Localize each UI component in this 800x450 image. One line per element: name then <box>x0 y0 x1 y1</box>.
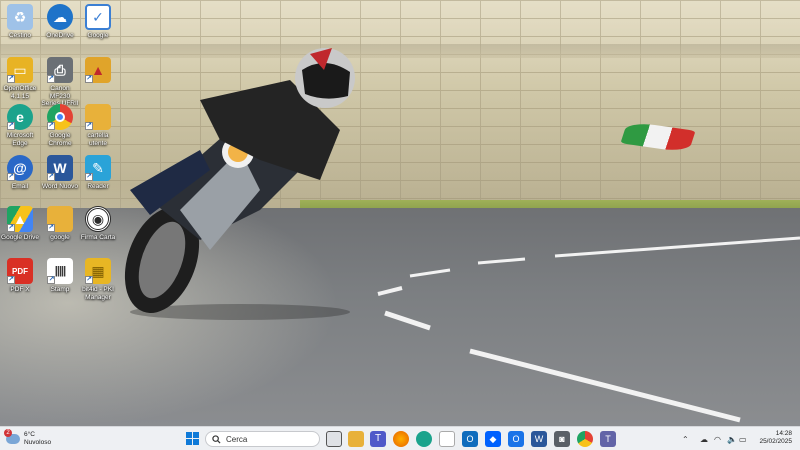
firefox-icon[interactable] <box>393 431 409 447</box>
desktop-icon-onedrive[interactable]: ☁ OneDrive <box>40 4 80 40</box>
desktop-icon-google-drive[interactable]: ▲ ↗ Google Drive <box>0 206 40 242</box>
edge-icon: e ↗ <box>7 104 33 130</box>
smartcard-icon: ▦ ↗ <box>85 258 111 284</box>
show-hidden-icons-icon[interactable]: ⌃ <box>682 427 689 450</box>
desktop-icon-label: google <box>50 234 70 241</box>
taskbar-search[interactable]: Cerca <box>205 431 320 447</box>
desktop-icon-label: Stamp <box>50 286 70 293</box>
weather-widget[interactable]: 2 6°C Nuvoloso <box>4 429 52 449</box>
taskbar: 2 6°C Nuvoloso Cerca T O ◆ O W ◙ T ⌃ ☁ ◠… <box>0 426 800 450</box>
desktop-wallpaper <box>0 0 800 426</box>
weather-description: Nuvoloso <box>24 439 52 446</box>
search-placeholder: Cerca <box>226 434 248 444</box>
desktop-icon-firma[interactable]: ◉ Firma Carta <box>78 206 118 242</box>
desktop-icon-label: PDF X <box>10 286 30 293</box>
task-view-icon[interactable] <box>326 431 342 447</box>
desktop-icon-label: Word Nuovo <box>41 183 78 190</box>
outlook-icon[interactable]: O <box>462 431 478 447</box>
desktop-icon-label: Cestino <box>8 32 32 39</box>
google-drive-icon: ▲ ↗ <box>7 206 33 232</box>
desktop-icon-openoffice[interactable]: ▭ ↗ OpenOffice 4.1.15 <box>0 57 40 100</box>
volume-icon[interactable]: 🔈 <box>727 427 737 450</box>
desktop-icon-recycle-bin[interactable]: ♻ Cestino <box>0 4 40 40</box>
target-icon: ◉ <box>85 206 111 232</box>
desktop-icon-label: Google Drive <box>1 234 39 241</box>
barcode-icon: ||||| ↗ <box>47 258 73 284</box>
desktop-icon-reader[interactable]: ✎ ↗ Reader <box>78 155 118 191</box>
pdf-icon: PDF ↗ <box>7 258 33 284</box>
desktop-icon-label: Reader <box>87 183 109 190</box>
clock-date: 25/02/2025 <box>759 438 792 445</box>
wifi-icon[interactable]: ◠ <box>714 427 721 450</box>
store-icon[interactable] <box>439 431 455 447</box>
chrome-icon: ↗ <box>47 104 73 130</box>
desktop-icon-chrome[interactable]: ↗ Google Chrome <box>40 104 80 147</box>
clock-time: 14:28 <box>775 430 792 437</box>
desktop-icon-label: Google Chrome <box>48 132 72 147</box>
desktop-icon-pki-manager[interactable]: ▦ ↗ bit4id - PKI Manager <box>78 258 118 301</box>
google-docs-icon: ✓ <box>85 4 111 30</box>
system-clock[interactable]: 14:28 25/02/2025 <box>752 430 792 446</box>
edge-icon[interactable] <box>416 431 432 447</box>
desktop-icon-label: Microsoft Edge <box>6 132 34 147</box>
desktop-icon-label: Firma Carta <box>80 234 116 241</box>
outlook-new-icon[interactable]: O <box>508 431 524 447</box>
dropbox-icon[interactable]: ◆ <box>485 431 501 447</box>
start-button[interactable] <box>186 432 200 446</box>
desktop-icon-label: OneDrive <box>46 32 74 39</box>
desktop-icon-pdf[interactable]: PDF ↗ PDF X <box>0 258 40 294</box>
notification-badge: 2 <box>4 429 12 437</box>
recycle-bin-icon: ♻ <box>7 4 33 30</box>
camera-icon[interactable]: ◙ <box>554 431 570 447</box>
search-icon <box>212 434 221 444</box>
desktop-icon-label: Email <box>11 183 29 190</box>
teams-work-icon[interactable]: T <box>600 431 616 447</box>
onedrive-tray-icon[interactable]: ☁ <box>700 427 708 450</box>
desktop-icon-label: OpenOffice 4.1.15 <box>3 85 37 100</box>
printer-icon: ⎙ ↗ <box>47 57 73 83</box>
desktop-icon-word[interactable]: W ↗ Word Nuovo <box>40 155 80 191</box>
folder-icon: ↗ <box>85 104 111 130</box>
word-icon: W ↗ <box>47 155 73 181</box>
cloud-icon: 2 <box>4 429 20 444</box>
file-explorer-icon[interactable] <box>348 431 364 447</box>
onedrive-icon: ☁ <box>47 4 73 30</box>
desktop-icon-label: cartella utente <box>87 132 109 147</box>
weather-temperature: 6°C <box>24 431 35 438</box>
desktop-icon-folder-red[interactable]: ▲ ↗ <box>78 57 118 85</box>
motorcycle-rider <box>124 48 355 320</box>
folder-icon: ↗ <box>47 206 73 232</box>
desktop-icon-user-folder[interactable]: ↗ cartella utente <box>78 104 118 147</box>
desktop-icon-label: bit4id - PKI Manager <box>82 286 114 301</box>
openoffice-icon: ▭ ↗ <box>7 57 33 83</box>
chrome-icon[interactable] <box>577 431 593 447</box>
desktop-icon-canon-printer[interactable]: ⎙ ↗ Canon MF230 Series UFRII <box>40 57 80 108</box>
teams-icon[interactable]: T <box>370 431 386 447</box>
folder-red-icon: ▲ ↗ <box>85 57 111 83</box>
desktop-icon-label: Google <box>87 32 109 39</box>
desktop-icon-edge[interactable]: e ↗ Microsoft Edge <box>0 104 40 147</box>
desktop-icon-stamp[interactable]: ||||| ↗ Stamp <box>40 258 80 294</box>
desktop-icon-email[interactable]: @ ↗ Email <box>0 155 40 191</box>
word-icon[interactable]: W <box>531 431 547 447</box>
battery-icon[interactable]: ▭ <box>739 427 747 450</box>
desktop-icon-google[interactable]: ✓ Google <box>78 4 118 40</box>
email-icon: @ ↗ <box>7 155 33 181</box>
desktop-icon-google-folder[interactable]: ↗ google <box>40 206 80 242</box>
reader-icon: ✎ ↗ <box>85 155 111 181</box>
